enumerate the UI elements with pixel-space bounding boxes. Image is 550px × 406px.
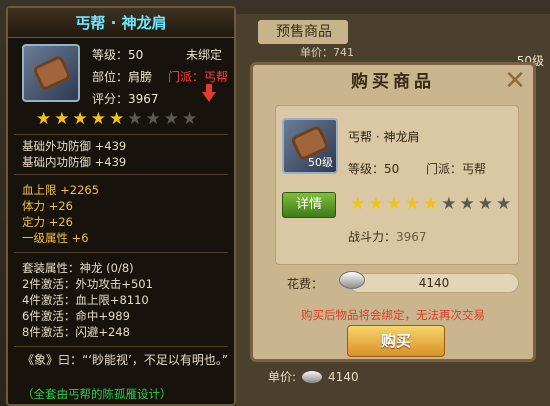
tooltip-level: 等级：50 xyxy=(92,48,144,62)
silver-coin-icon xyxy=(339,271,365,289)
star-icon: ★ xyxy=(145,109,161,129)
unit-price-label: 单价: xyxy=(268,370,297,384)
flavor-quote: 《象》曰：“‘眇能视’，不足以有明也。” xyxy=(22,353,229,367)
star-icon: ★ xyxy=(404,194,420,214)
bind-status: 未绑定 xyxy=(186,48,223,62)
shoulder-armor-icon xyxy=(32,54,72,92)
star-icon: ★ xyxy=(386,194,402,214)
item-icon xyxy=(22,44,80,102)
base-inner-defense: 基础内功防御 +439 xyxy=(22,155,127,169)
tab-presale[interactable]: 预售商品 xyxy=(258,20,348,44)
item-tooltip: 丐帮 · 神龙肩 等级：50 未绑定 部位：肩膀 门派：丐帮 评分：3967 ★… xyxy=(6,6,236,406)
dialog-star-rating: ★ ★ ★ ★ ★ ★ ★ ★ ★ xyxy=(350,196,511,213)
close-icon[interactable]: ✕ xyxy=(501,67,529,95)
set-bonus-6: 6件激活：命中+989 xyxy=(22,309,130,323)
star-icon: ★ xyxy=(477,194,493,214)
cost-value: 4140 xyxy=(349,273,519,293)
tooltip-slot: 部位：肩膀 xyxy=(92,70,153,84)
item-name: 丐帮 · 神龙肩 xyxy=(348,130,420,144)
set-bonus-2: 2件激活：外功攻击+501 xyxy=(22,277,153,291)
unit-price-top: 单价：741 xyxy=(300,46,354,59)
base-outer-defense: 基础外功防御 +439 xyxy=(22,139,127,153)
tooltip-title: 丐帮 · 神龙肩 xyxy=(8,8,234,38)
star-icon: ★ xyxy=(423,194,439,214)
buy-button[interactable]: 购买 xyxy=(347,325,445,357)
star-icon: ★ xyxy=(368,194,384,214)
silver-coin-icon xyxy=(302,370,323,383)
star-icon: ★ xyxy=(54,109,70,129)
star-icon: ★ xyxy=(441,194,457,214)
purchase-dialog: 购买商品 ✕ 50级 丐帮 · 神龙肩 等级：50 门派：丐帮 详情 ★ ★ ★ ★ ★… xyxy=(250,62,536,362)
divider xyxy=(14,174,228,175)
cost-label: 花费： xyxy=(287,277,324,291)
stat-hp: 血上限 +2265 xyxy=(22,183,100,197)
star-icon: ★ xyxy=(350,194,366,214)
icon-level-badge: 50级 xyxy=(308,156,333,169)
divider xyxy=(14,134,228,135)
bind-warning: 购买后物品将会绑定，无法再次交易 xyxy=(301,308,485,322)
dialog-title: 购买商品 xyxy=(351,72,435,92)
star-icon: ★ xyxy=(163,109,179,129)
tooltip-score: 评分：3967 xyxy=(92,92,159,106)
detail-button[interactable]: 详情 xyxy=(282,192,336,218)
divider xyxy=(14,346,228,347)
set-title: 套装属性：神龙 (0/8) xyxy=(22,261,134,275)
star-icon: ★ xyxy=(182,109,198,129)
star-icon: ★ xyxy=(127,109,143,129)
star-icon: ★ xyxy=(109,109,125,129)
set-bonus-4: 4件激活：血上限+8110 xyxy=(22,293,149,307)
star-icon: ★ xyxy=(496,194,512,214)
item-icon[interactable]: 50级 xyxy=(282,118,338,174)
combat-power: 战斗力：3967 xyxy=(348,230,427,244)
tooltip-star-rating: ★ ★ ★ ★ ★ ★ ★ ★ ★ xyxy=(36,111,197,128)
unit-price-bottom: 单价: 4140 xyxy=(268,368,359,385)
item-level: 等级：50 xyxy=(348,162,400,176)
star-icon: ★ xyxy=(459,194,475,214)
item-sect: 门派：丐帮 xyxy=(426,162,487,176)
star-icon: ★ xyxy=(36,109,52,129)
set-bonus-8: 8件激活：闪避+248 xyxy=(22,325,130,339)
stat-primary: 一级属性 +6 xyxy=(22,231,89,245)
stat-focus: 定力 +26 xyxy=(22,215,73,229)
designer-note: （全套由丐帮的陈孤雁设计） xyxy=(22,387,172,401)
stat-stamina: 体力 +26 xyxy=(22,199,73,213)
star-icon: ★ xyxy=(90,109,106,129)
cost-row: 花费： 4140 xyxy=(275,269,519,297)
score-down-arrow-icon xyxy=(202,84,216,102)
item-info-panel: 50级 丐帮 · 神龙肩 等级：50 门派：丐帮 详情 ★ ★ ★ ★ ★ ★ ★ ★ ★ 战斗… xyxy=(275,105,519,265)
divider xyxy=(14,252,228,253)
tooltip-sect: 门派：丐帮 xyxy=(168,70,229,84)
star-icon: ★ xyxy=(72,109,88,129)
unit-price-value: 4140 xyxy=(328,369,359,384)
